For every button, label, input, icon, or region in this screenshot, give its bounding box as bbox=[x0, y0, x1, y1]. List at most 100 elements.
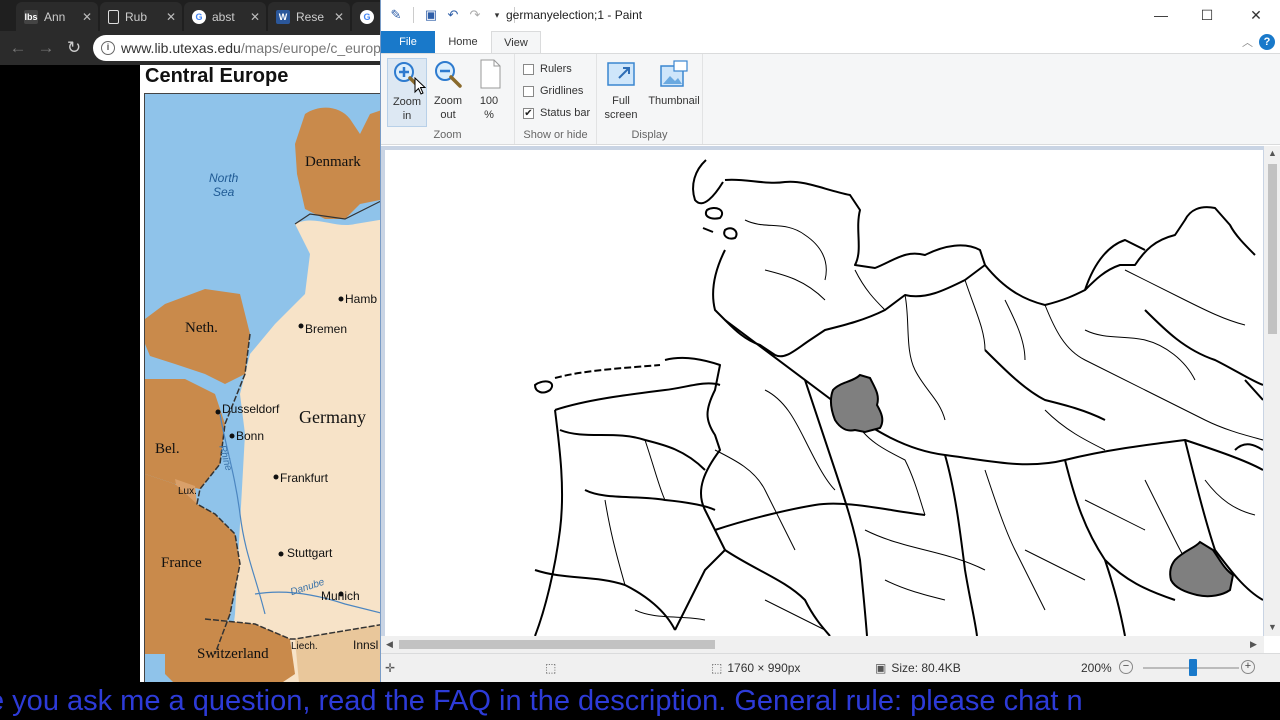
map-label-bonn: Bonn bbox=[236, 429, 265, 443]
tab-home[interactable]: Home bbox=[439, 31, 487, 53]
document-icon bbox=[108, 9, 119, 24]
scroll-down-icon[interactable]: ▼ bbox=[1264, 622, 1280, 632]
drawing-canvas[interactable] bbox=[385, 150, 1263, 636]
zoom-in-label-1: Zoom bbox=[392, 96, 422, 108]
close-icon[interactable]: ✕ bbox=[82, 10, 92, 24]
map-label-frankfurt: Frankfurt bbox=[280, 471, 329, 485]
maximize-button[interactable]: ☐ bbox=[1184, 0, 1230, 31]
scroll-thumb[interactable] bbox=[1268, 164, 1277, 334]
selection-icon: ⬚ bbox=[545, 661, 557, 675]
back-arrow-icon[interactable]: ← bbox=[8, 38, 28, 58]
redo-icon[interactable]: ↷ bbox=[466, 6, 484, 24]
file-size: ▣ Size: 80.4KB bbox=[875, 661, 961, 675]
save-icon[interactable]: ▣ bbox=[422, 6, 440, 24]
zoom-out-small-icon[interactable]: − bbox=[1119, 660, 1133, 674]
scroll-left-icon[interactable]: ◀ bbox=[386, 636, 393, 653]
image-dimensions: ⬚ 1760 × 990px bbox=[711, 661, 800, 675]
map-label-north: North bbox=[209, 171, 239, 185]
scroll-thumb[interactable] bbox=[399, 640, 715, 649]
disk-icon: ▣ bbox=[875, 661, 887, 675]
full-screen-button[interactable]: Full screen bbox=[601, 58, 641, 122]
map-label-liechtenstein: Liech. bbox=[291, 641, 318, 652]
forward-arrow-icon[interactable]: → bbox=[36, 38, 56, 58]
status-bar-checkbox[interactable]: ✔ Status bar bbox=[523, 107, 590, 119]
browser-tab-5[interactable]: G bbox=[352, 2, 380, 31]
map-label-hamburg: Hamb bbox=[345, 292, 378, 306]
collapse-ribbon-icon[interactable]: ︿ bbox=[1242, 34, 1253, 50]
map-label-innsbruck: Innsl bbox=[353, 638, 379, 652]
selection-size: ⬚ bbox=[545, 661, 561, 675]
tab-label: Rese bbox=[296, 9, 325, 24]
address-bar[interactable]: i www.lib.utexas.edu/maps/europe/c_europ bbox=[93, 35, 380, 61]
vertical-scrollbar[interactable]: ▲ ▼ bbox=[1264, 146, 1280, 636]
dimensions-icon: ⬚ bbox=[711, 661, 723, 675]
quick-access-toolbar: ✎ ▣ ↶ ↷ ▾ bbox=[387, 6, 519, 24]
checkbox-label: Rulers bbox=[540, 63, 572, 75]
scroll-up-icon[interactable]: ▲ bbox=[1264, 148, 1280, 158]
help-icon[interactable]: ? bbox=[1259, 34, 1275, 50]
zoom-group: Zoom in Zoom out 100 % Zoom bbox=[381, 54, 515, 144]
dimensions-text: 1760 × 990px bbox=[727, 661, 801, 675]
zoom-out-label-2: out bbox=[440, 109, 456, 121]
separator bbox=[413, 7, 414, 23]
reload-icon[interactable]: ↻ bbox=[64, 38, 84, 58]
info-icon[interactable]: i bbox=[101, 41, 115, 55]
browser-tab-2[interactable]: Rub ✕ bbox=[100, 2, 182, 31]
tab-file[interactable]: File bbox=[381, 31, 435, 53]
close-icon[interactable]: ✕ bbox=[250, 10, 260, 24]
thumbnail-icon bbox=[658, 58, 690, 90]
paint-app-icon[interactable]: ✎ bbox=[387, 6, 405, 24]
browser-tab-3[interactable]: G abst ✕ bbox=[184, 2, 266, 31]
map-label-sea: Sea bbox=[212, 185, 235, 199]
ibs-icon: Ibs bbox=[24, 9, 38, 24]
zoom-out-icon bbox=[432, 58, 464, 90]
scroll-right-icon[interactable]: ▶ bbox=[1250, 636, 1257, 653]
close-icon[interactable]: ✕ bbox=[334, 10, 344, 24]
zoom-in-label-2: in bbox=[402, 110, 412, 122]
horizontal-scrollbar[interactable]: ◀ ▶ bbox=[381, 636, 1264, 653]
chrome-window: Ibs Ann ✕ Rub ✕ G abst ✕ W Rese ✕ G ← → … bbox=[0, 0, 380, 682]
google-icon: G bbox=[360, 9, 374, 24]
show-hide-group: Rulers Gridlines ✔ Status bar Show or hid… bbox=[515, 54, 597, 144]
zoom-slider-thumb[interactable] bbox=[1188, 659, 1197, 676]
map-label-netherlands: Neth. bbox=[185, 320, 218, 336]
group-title: Display bbox=[631, 129, 668, 141]
tab-label: Rub bbox=[125, 9, 148, 24]
group-title: Show or hide bbox=[523, 129, 588, 141]
map-label-luxembourg: Lux. bbox=[178, 486, 197, 497]
undo-icon[interactable]: ↶ bbox=[444, 6, 462, 24]
map-label-munich: Munich bbox=[321, 589, 360, 603]
close-button[interactable]: ✕ bbox=[1233, 0, 1279, 31]
zoom-level: 200% bbox=[1081, 661, 1112, 675]
tab-label: abst bbox=[212, 9, 235, 24]
checkbox-label: Status bar bbox=[540, 107, 591, 119]
google-icon: G bbox=[192, 9, 206, 24]
canvas-area: ▲ ▼ bbox=[381, 146, 1280, 636]
browser-tab-4[interactable]: W Rese ✕ bbox=[268, 2, 350, 31]
group-title: Zoom bbox=[433, 129, 462, 141]
zoom-out-button[interactable]: Zoom out bbox=[428, 58, 468, 122]
move-cursor-icon: ✛ bbox=[385, 661, 396, 675]
map-title: Central Europe bbox=[145, 65, 289, 87]
tab-view[interactable]: View bbox=[491, 31, 541, 53]
zoom-out-label-1: Zoom bbox=[433, 95, 463, 107]
highlighted-district-hamburg bbox=[829, 373, 884, 434]
close-icon[interactable]: ✕ bbox=[166, 10, 176, 24]
checkbox-label: Gridlines bbox=[540, 85, 584, 97]
browser-tab-1[interactable]: Ibs Ann ✕ bbox=[16, 2, 98, 31]
thumbnail-label: Thumbnail bbox=[648, 95, 700, 107]
zoom-100-button[interactable]: 100% bbox=[469, 58, 509, 122]
title-bar: ✎ ▣ ↶ ↷ ▾ germanyelection;1 - Paint — ☐ … bbox=[381, 0, 1280, 31]
rulers-checkbox[interactable]: Rulers bbox=[523, 63, 572, 75]
page-icon bbox=[473, 58, 505, 90]
zoom-in-small-icon[interactable]: + bbox=[1241, 660, 1255, 674]
customize-dropdown-icon[interactable]: ▾ bbox=[488, 6, 506, 24]
thumbnail-button[interactable]: Thumbnail bbox=[647, 58, 701, 108]
highlighted-district-berlin bbox=[1169, 540, 1235, 598]
ribbon-tabs: File Home View ︿ ? bbox=[381, 31, 1280, 53]
map-label-north-sea: North Sea bbox=[209, 171, 238, 199]
minimize-button[interactable]: — bbox=[1138, 0, 1184, 31]
gridlines-checkbox[interactable]: Gridlines bbox=[523, 85, 583, 97]
map-label-belgium: Bel. bbox=[155, 441, 180, 457]
ticker-text: e you ask me a question, read the FAQ in… bbox=[0, 685, 1083, 717]
